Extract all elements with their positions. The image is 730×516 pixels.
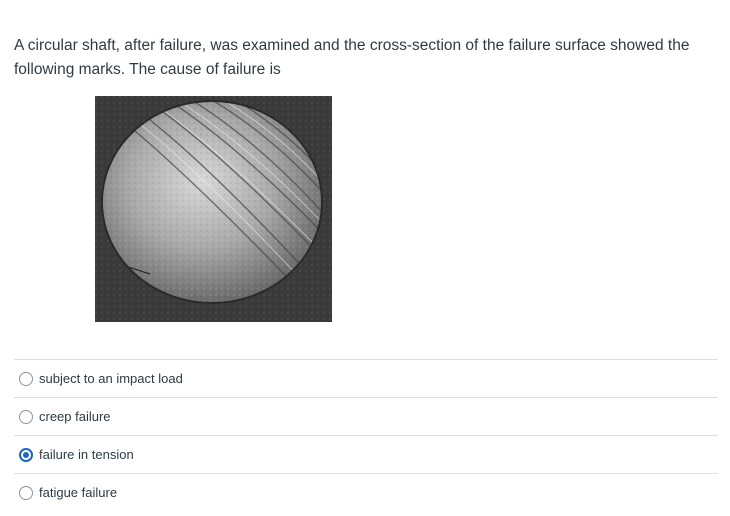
answer-option-failure-in-tension[interactable]: failure in tension xyxy=(14,435,718,473)
answer-label: creep failure xyxy=(39,409,111,424)
answer-label: fatigue failure xyxy=(39,485,118,500)
answer-list: subject to an impact load creep failure … xyxy=(14,359,718,511)
radio-button-selected[interactable] xyxy=(19,447,33,462)
answer-option-impact-load[interactable]: subject to an impact load xyxy=(14,359,718,397)
radio-button-unselected[interactable] xyxy=(19,485,33,500)
fracture-surface-image xyxy=(95,96,332,322)
answer-label: subject to an impact load xyxy=(39,371,183,386)
radio-button-unselected[interactable] xyxy=(19,371,33,386)
answer-label: failure in tension xyxy=(39,447,134,462)
answer-option-fatigue-failure[interactable]: fatigue failure xyxy=(14,473,718,511)
answer-option-creep-failure[interactable]: creep failure xyxy=(14,397,718,435)
question-text: A circular shaft, after failure, was exa… xyxy=(14,37,690,78)
radio-button-unselected[interactable] xyxy=(19,409,33,424)
